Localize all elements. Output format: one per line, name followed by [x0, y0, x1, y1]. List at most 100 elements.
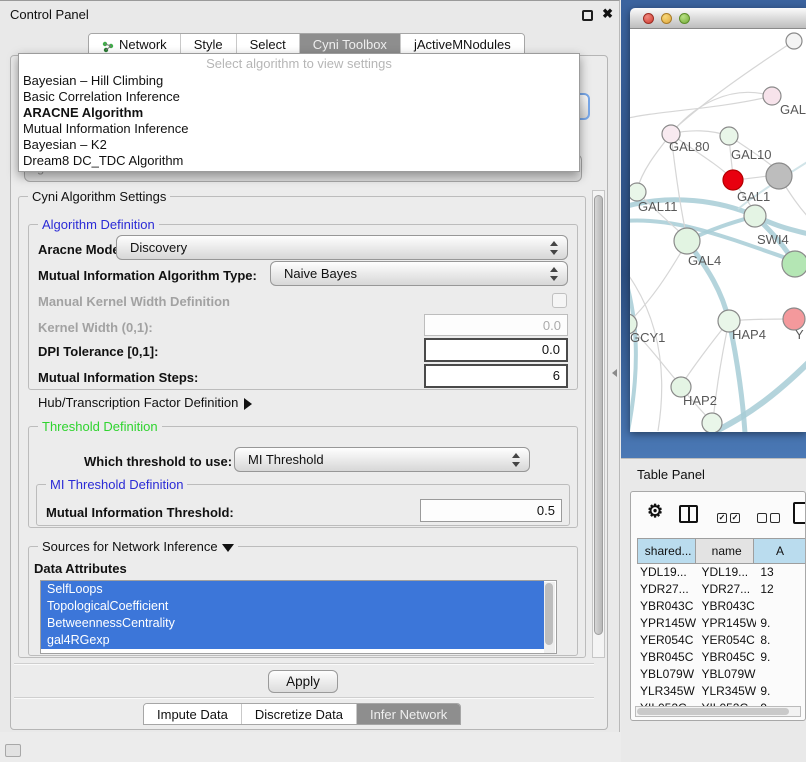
tab-jactivemnodules[interactable]: jActiveMNodules: [401, 34, 524, 54]
node-label: GAL: [780, 102, 806, 117]
mi-threshold-field[interactable]: 0.5: [420, 499, 562, 522]
algorithm-option-selected[interactable]: ARACNE Algorithm: [19, 105, 579, 121]
table-scrollbar-thumb[interactable]: [637, 708, 789, 715]
network-view-window: GAL GAL80 GAL10 GAL1 GAL11 SWI4 GAL4 GCY…: [630, 8, 806, 432]
sources-title-expander[interactable]: Sources for Network Inference: [38, 539, 238, 554]
attributes-scrollbar[interactable]: [544, 582, 555, 653]
cell: 13: [756, 564, 806, 581]
checked-checkbox-icon: ✓: [730, 513, 740, 523]
table-row[interactable]: YLR345WYLR345W9.: [637, 683, 806, 700]
combo-spinner-icon: [550, 241, 558, 255]
cell: YER054C: [637, 632, 697, 649]
apply-button[interactable]: Apply: [268, 670, 338, 693]
network-node[interactable]: [766, 163, 792, 189]
gear-icon[interactable]: ⚙: [647, 501, 663, 522]
algorithm-option[interactable]: Bayesian – K2: [19, 137, 579, 153]
network-node[interactable]: [744, 205, 766, 227]
table-row[interactable]: YBL079WYBL079W: [637, 666, 806, 683]
mi-steps-field[interactable]: 6: [424, 364, 568, 388]
select-all-checkboxes-icon[interactable]: ✓ ✓: [717, 513, 740, 523]
table-panel-title: Table Panel: [637, 467, 705, 482]
mi-type-combobox[interactable]: Naive Bayes: [270, 261, 568, 286]
tab-infer-network[interactable]: Infer Network: [357, 704, 460, 724]
manual-kernel-checkbox[interactable]: [552, 293, 567, 308]
network-node[interactable]: [782, 251, 806, 277]
threshold-definition-title: Threshold Definition: [38, 419, 162, 434]
mi-type-value: Naive Bayes: [284, 266, 357, 281]
table-row[interactable]: YBR045CYBR045C9.: [637, 649, 806, 666]
table-horizontal-scrollbar[interactable]: [635, 706, 801, 717]
cell: 9.: [756, 683, 806, 700]
cell: YBR043C: [637, 598, 697, 615]
table-row[interactable]: YDR27...YDR27...12: [637, 581, 806, 598]
network-node[interactable]: [702, 413, 722, 432]
dpi-tolerance-field[interactable]: 0.0: [424, 338, 568, 362]
tab-network[interactable]: Network: [89, 34, 181, 54]
node-label: Y: [795, 327, 804, 342]
tab-select[interactable]: Select: [237, 34, 300, 54]
divider: [14, 697, 594, 699]
cell: YDL19...: [697, 564, 756, 581]
tab-select-label: Select: [250, 34, 286, 55]
network-node[interactable]: [763, 87, 781, 105]
table-row[interactable]: YBR043CYBR043C: [637, 598, 806, 615]
minimized-panel-icon[interactable]: [5, 744, 21, 757]
settings-scrollbar[interactable]: [592, 190, 605, 658]
table-row[interactable]: YPR145WYPR145W9.: [637, 615, 806, 632]
table-row[interactable]: YDL19...YDL19...13: [637, 564, 806, 581]
hub-definition-expander[interactable]: Hub/Transcription Factor Definition: [38, 395, 252, 410]
attribute-item[interactable]: TopologicalCoefficient: [41, 598, 544, 615]
attribute-item[interactable]: SelfLoops: [41, 581, 544, 598]
node-table: shared... name A YDL19...YDL19...13 YDR2…: [637, 538, 806, 710]
tab-discretize-data[interactable]: Discretize Data: [242, 704, 357, 724]
algorithm-option[interactable]: Bayesian – Hill Climbing: [19, 73, 579, 89]
table-row[interactable]: YER054CYER054C8.: [637, 632, 806, 649]
close-traffic-light-icon[interactable]: [643, 13, 654, 24]
tab-jactivemnodules-label: jActiveMNodules: [414, 34, 511, 55]
cell: YPR145W: [637, 615, 697, 632]
tab-style[interactable]: Style: [181, 34, 237, 54]
attribute-item[interactable]: BetweennessCentrality: [41, 615, 544, 632]
table-header-row: shared... name A: [637, 538, 806, 564]
which-threshold-combobox[interactable]: MI Threshold: [234, 447, 530, 472]
algorithm-option[interactable]: Basic Correlation Inference: [19, 89, 579, 105]
network-node[interactable]: [786, 33, 802, 49]
deselect-all-checkboxes-icon[interactable]: [757, 513, 780, 523]
minimize-traffic-light-icon[interactable]: [661, 13, 672, 24]
cell: YDR27...: [637, 581, 697, 598]
float-window-icon[interactable]: [582, 10, 593, 21]
cell: YLR345W: [637, 683, 697, 700]
settings-scrollbar-thumb[interactable]: [594, 195, 603, 635]
control-panel-tabbar: Network Style Select Cyni Toolbox jActiv…: [88, 33, 525, 55]
aracne-mode-combobox[interactable]: Discovery: [116, 235, 568, 260]
desktop-background: GAL GAL80 GAL10 GAL1 GAL11 SWI4 GAL4 GCY…: [621, 0, 806, 458]
network-window-titlebar[interactable]: [630, 8, 806, 29]
export-table-icon[interactable]: [793, 502, 806, 524]
network-node-selected-red[interactable]: [723, 170, 743, 190]
tab-impute-data[interactable]: Impute Data: [144, 704, 242, 724]
tab-cyni-toolbox[interactable]: Cyni Toolbox: [300, 34, 401, 54]
data-attributes-label: Data Attributes: [34, 561, 127, 576]
combo-spinner-icon: [512, 453, 520, 467]
column-header-name[interactable]: name: [696, 538, 754, 564]
algorithm-option[interactable]: Dream8 DC_TDC Algorithm: [19, 153, 579, 169]
algorithm-option[interactable]: Mutual Information Inference: [19, 121, 579, 137]
control-panel-window: Control Panel ✖ Network Style Select Cyn…: [0, 0, 620, 732]
splitter-collapse-handle[interactable]: [612, 369, 617, 377]
cell: [756, 598, 806, 615]
cell: YPR145W: [697, 615, 756, 632]
mi-type-label: Mutual Information Algorithm Type:: [38, 268, 257, 283]
column-header-partial[interactable]: A: [754, 538, 806, 564]
zoom-traffic-light-icon[interactable]: [679, 13, 690, 24]
network-node-gal10[interactable]: [720, 127, 738, 145]
attribute-item[interactable]: gal4RGexp: [41, 632, 544, 649]
attributes-scrollbar-thumb[interactable]: [545, 583, 553, 645]
cell: 12: [756, 581, 806, 598]
close-icon[interactable]: ✖: [602, 6, 613, 22]
network-canvas[interactable]: GAL GAL80 GAL10 GAL1 GAL11 SWI4 GAL4 GCY…: [630, 29, 806, 432]
network-node-gal4[interactable]: [674, 228, 700, 254]
kernel-width-field[interactable]: 0.0: [424, 314, 568, 336]
column-header-shared-name[interactable]: shared...: [637, 538, 696, 564]
show-columns-icon[interactable]: [679, 505, 698, 523]
cell: YLR345W: [697, 683, 756, 700]
